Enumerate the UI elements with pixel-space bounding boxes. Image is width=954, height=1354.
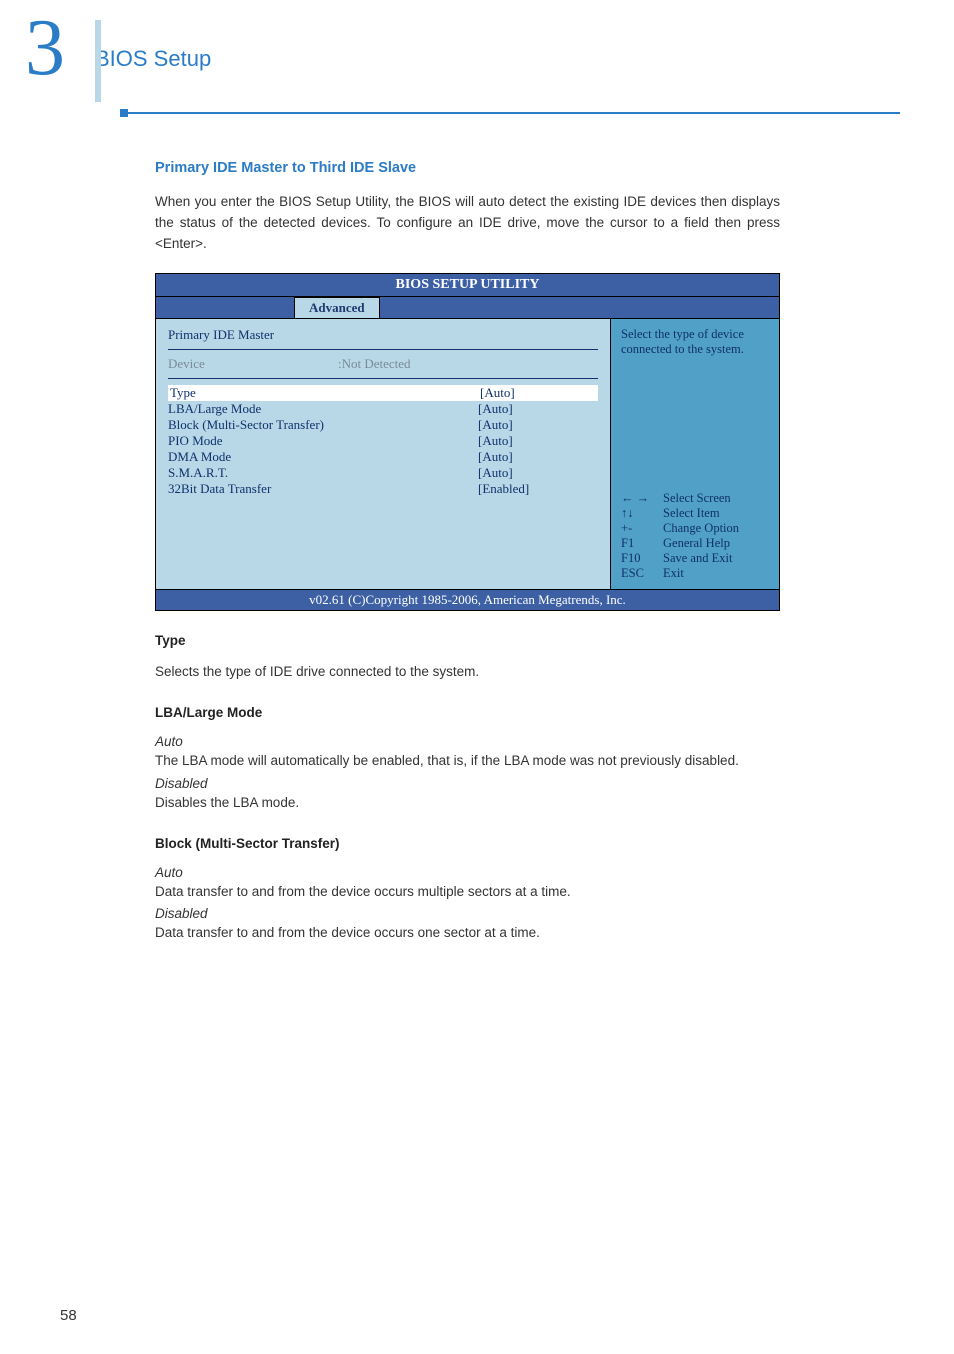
bios-item-value: [Auto]	[478, 465, 598, 481]
bios-screen-title: Primary IDE Master	[168, 327, 598, 343]
bios-item-value: [Auto]	[478, 417, 598, 433]
bios-item-value: [Enabled]	[478, 481, 598, 497]
bios-help-text: Select the type of device connected to t…	[621, 327, 769, 357]
lba-auto-label: Auto	[155, 734, 780, 749]
bios-item-type[interactable]: Type [Auto]	[168, 385, 598, 401]
lba-disabled-text: Disables the LBA mode.	[155, 793, 780, 814]
block-auto-label: Auto	[155, 865, 780, 880]
bios-tab-bar: Advanced	[156, 297, 779, 319]
bios-tab-advanced[interactable]: Advanced	[294, 297, 380, 318]
bios-item-lba[interactable]: LBA/Large Mode [Auto]	[168, 401, 598, 417]
bios-left-pane: Primary IDE Master Device :Not Detected …	[156, 319, 611, 589]
bios-footer: v02.61 (C)Copyright 1985-2006, American …	[156, 589, 779, 610]
bios-item-value: [Auto]	[478, 433, 598, 449]
bios-device-value: :Not Detected	[338, 356, 458, 372]
sub-type-heading: Type	[155, 633, 780, 648]
bios-help-keys: ← →Select Screen ↑↓Select Item +-Change …	[621, 491, 769, 581]
sub-type-text: Selects the type of IDE drive connected …	[155, 662, 780, 683]
help-desc: Select Item	[663, 506, 720, 521]
help-desc: Exit	[663, 566, 684, 581]
bios-item-label: 32Bit Data Transfer	[168, 481, 478, 497]
block-disabled-text: Data transfer to and from the device occ…	[155, 923, 780, 944]
page-number: 58	[60, 1307, 77, 1324]
help-key: ← →	[621, 491, 663, 506]
chapter-title: BIOS Setup	[95, 46, 211, 72]
help-key: ESC	[621, 566, 663, 581]
bios-item-value: [Auto]	[478, 385, 598, 401]
bios-item-label: Type	[168, 385, 478, 401]
block-disabled-label: Disabled	[155, 906, 780, 921]
bios-item-block[interactable]: Block (Multi-Sector Transfer) [Auto]	[168, 417, 598, 433]
bios-item-32bit[interactable]: 32Bit Data Transfer [Enabled]	[168, 481, 598, 497]
block-auto-text: Data transfer to and from the device occ…	[155, 882, 780, 903]
bios-item-label: PIO Mode	[168, 433, 478, 449]
sub-block-heading: Block (Multi-Sector Transfer)	[155, 836, 780, 851]
header-rule	[120, 112, 900, 114]
help-key: F10	[621, 551, 663, 566]
bios-screenshot: BIOS SETUP UTILITY Advanced Primary IDE …	[155, 273, 780, 611]
bios-item-label: LBA/Large Mode	[168, 401, 478, 417]
bios-item-pio[interactable]: PIO Mode [Auto]	[168, 433, 598, 449]
chapter-accent-bar	[95, 20, 101, 102]
help-desc: Select Screen	[663, 491, 731, 506]
lba-auto-text: The LBA mode will automatically be enabl…	[155, 751, 780, 772]
page-content: Primary IDE Master to Third IDE Slave Wh…	[155, 160, 780, 962]
help-key: +-	[621, 521, 663, 536]
lba-disabled-label: Disabled	[155, 776, 780, 791]
bios-item-label: DMA Mode	[168, 449, 478, 465]
bios-right-pane: Select the type of device connected to t…	[611, 319, 779, 589]
intro-paragraph: When you enter the BIOS Setup Utility, t…	[155, 192, 780, 255]
bios-item-smart[interactable]: S.M.A.R.T. [Auto]	[168, 465, 598, 481]
bios-item-value: [Auto]	[478, 449, 598, 465]
bios-item-label: S.M.A.R.T.	[168, 465, 478, 481]
help-desc: Change Option	[663, 521, 739, 536]
bios-device-row: Device :Not Detected	[168, 356, 598, 372]
help-desc: Save and Exit	[663, 551, 732, 566]
bios-item-dma[interactable]: DMA Mode [Auto]	[168, 449, 598, 465]
bios-item-value: [Auto]	[478, 401, 598, 417]
chapter-number: 3	[25, 18, 65, 78]
help-desc: General Help	[663, 536, 730, 551]
chapter-header: 3 BIOS Setup	[25, 18, 925, 78]
bios-title-bar: BIOS SETUP UTILITY	[156, 274, 779, 297]
section-title: Primary IDE Master to Third IDE Slave	[155, 160, 780, 176]
help-key: F1	[621, 536, 663, 551]
help-key: ↑↓	[621, 506, 663, 521]
sub-lba-heading: LBA/Large Mode	[155, 705, 780, 720]
bios-item-label: Block (Multi-Sector Transfer)	[168, 417, 478, 433]
